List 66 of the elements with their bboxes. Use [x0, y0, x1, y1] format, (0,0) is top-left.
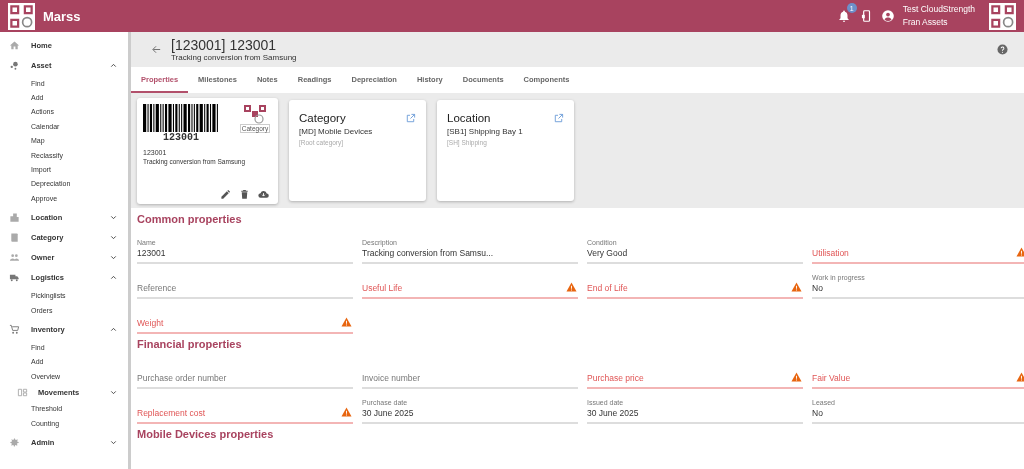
section-heading: Common properties [137, 213, 243, 227]
input-field[interactable]: Weight [137, 299, 353, 334]
section-heading: Mobile Devices properties [137, 428, 275, 442]
page-subtitle: Tracking conversion from Samsung [171, 53, 298, 62]
notification-bell-icon[interactable] [836, 9, 851, 23]
dots-icon [9, 59, 20, 71]
swap-icon [17, 386, 28, 398]
people-icon [9, 252, 20, 263]
qr-logo-icon[interactable] [8, 2, 35, 30]
user-name: Test CloudStrength [902, 3, 975, 16]
field-value: No [812, 283, 823, 293]
gear-icon [9, 436, 20, 448]
field-placeholder: Invoice number [362, 373, 421, 383]
field-placeholder: Weight [137, 318, 164, 328]
input-field[interactable]: Utilisation [812, 229, 1024, 264]
field-placeholder: Utilisation [812, 248, 849, 258]
card-title: Category [299, 112, 346, 124]
open-link-icon[interactable] [405, 112, 416, 124]
field-placeholder: End of Life [587, 283, 628, 293]
input-field[interactable]: Useful Life [362, 264, 578, 299]
card-value: [MD] Mobile Devices [299, 127, 374, 136]
field-placeholder: Fair Value [812, 373, 851, 383]
field-placeholder: Purchase price [587, 373, 644, 383]
card-value: [SB1] Shipping Bay 1 [447, 127, 524, 136]
barcode-number: 123001 [163, 132, 199, 143]
qr-logo-icon [242, 104, 268, 124]
delete-trash-icon[interactable] [239, 189, 250, 200]
edit-pencil-icon[interactable] [220, 189, 231, 200]
warning-icon [791, 372, 802, 382]
field-placeholder: Reference [137, 283, 177, 293]
input-field[interactable]: Purchase price [587, 354, 803, 389]
input-field[interactable]: Fair Value [812, 354, 1024, 389]
page-title: [123001] 123001 [171, 37, 278, 53]
cart-icon [9, 323, 20, 335]
open-link-icon[interactable] [553, 112, 564, 124]
warning-icon [341, 407, 352, 417]
field-placeholder: Replacement cost [137, 408, 206, 418]
field-value: 30 June 2025 [362, 408, 414, 418]
card-title: Location [447, 112, 491, 124]
warning-icon [341, 317, 352, 327]
section-heading: Financial properties [137, 338, 243, 352]
field-value: No [812, 408, 823, 418]
field-value: Very Good [587, 248, 628, 258]
back-arrow-icon[interactable] [151, 44, 162, 55]
field-value: 30 June 2025 [587, 408, 639, 418]
input-field[interactable]: End of Life [587, 264, 803, 299]
truck-icon [9, 272, 20, 283]
warning-icon [791, 282, 802, 292]
qr-logo-icon[interactable] [989, 2, 1016, 30]
book-icon [9, 232, 20, 243]
input-field[interactable]: Reference [137, 264, 353, 299]
field-value: 123001 [137, 248, 166, 258]
field-value: Tracking conversion from Samsu... [362, 248, 493, 258]
field-placeholder: Useful Life [362, 283, 403, 293]
buildings-icon [9, 212, 20, 223]
field-placeholder: Purchase order number [137, 373, 227, 383]
cloud-download-icon[interactable] [258, 189, 269, 200]
input-field[interactable]: Purchase order number [137, 354, 353, 389]
warning-icon [566, 282, 577, 292]
input-field[interactable]: Invoice number [362, 354, 578, 389]
input-field[interactable]: Replacement cost [137, 389, 353, 424]
help-icon[interactable] [997, 44, 1008, 55]
organisation-name: Fran Assets [902, 16, 949, 29]
app-name: Marss [43, 8, 81, 24]
home-icon [9, 39, 20, 51]
account-icon[interactable] [880, 9, 895, 23]
